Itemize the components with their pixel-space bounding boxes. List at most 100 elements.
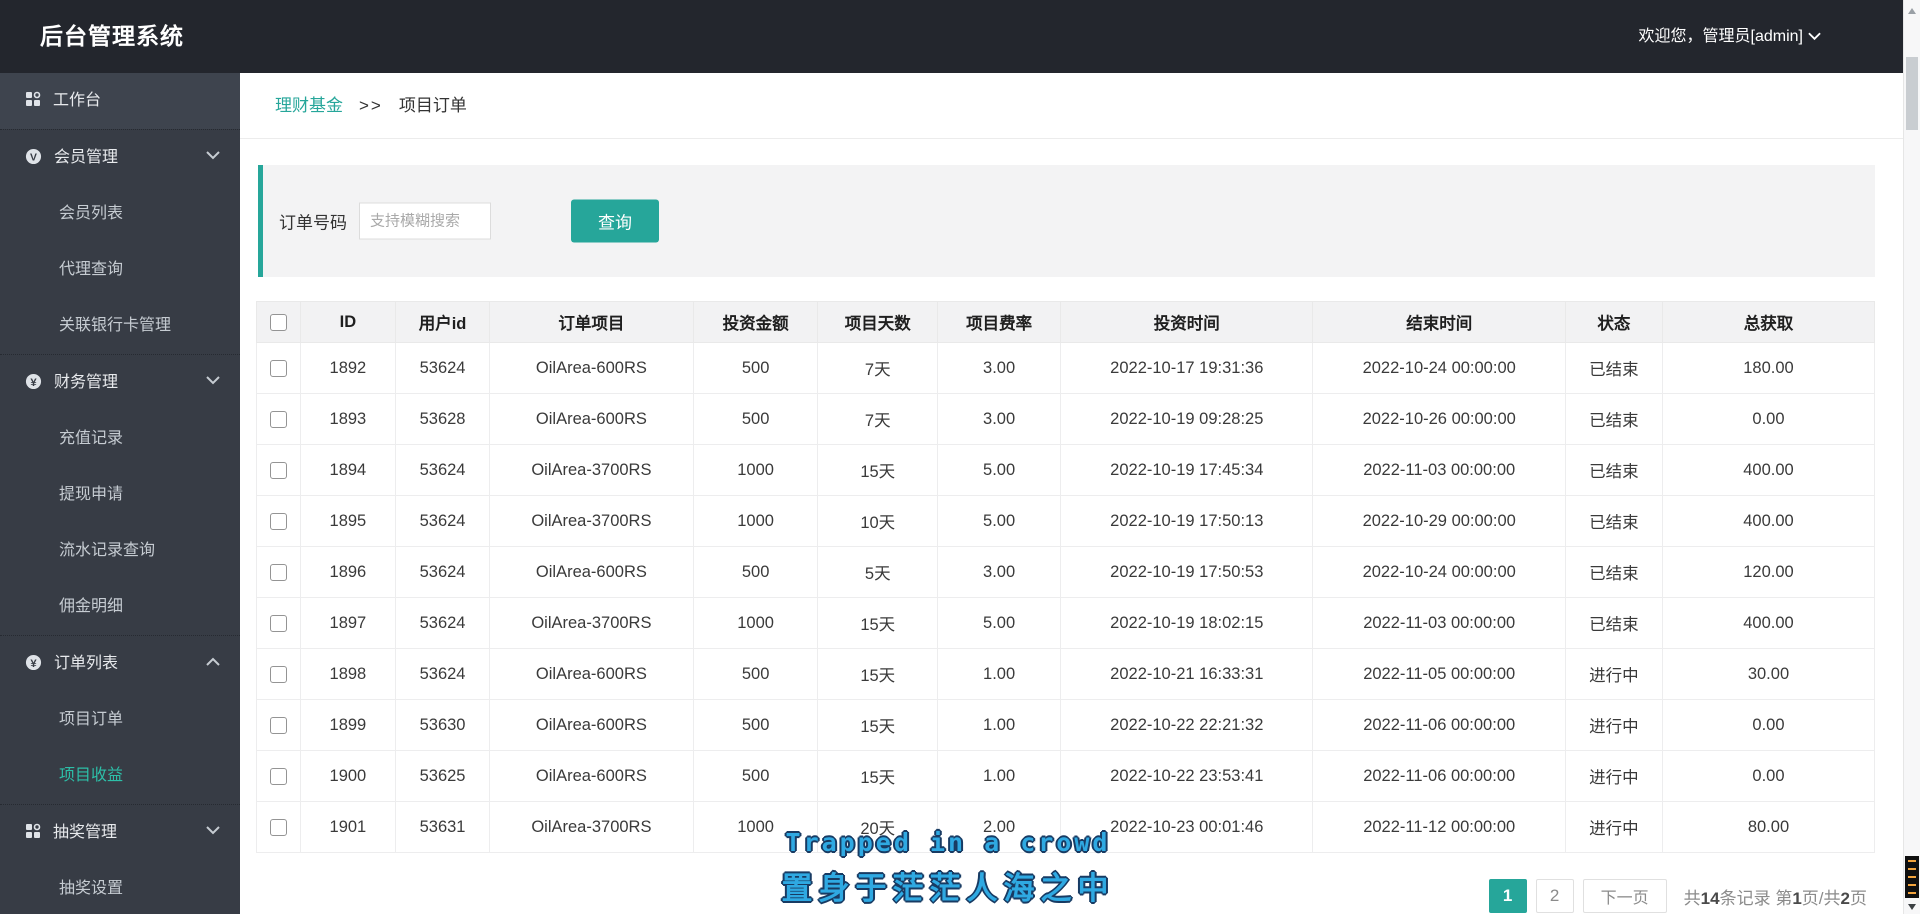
sidebar-item-label: 会员列表 bbox=[59, 205, 123, 222]
sidebar-item-label: 佣金明细 bbox=[59, 598, 123, 615]
breadcrumb: 理财基金>>项目订单 bbox=[240, 73, 1903, 139]
user-menu[interactable]: 欢迎您，管理员[admin] bbox=[1639, 0, 1821, 73]
sidebar-item[interactable]: 流水记录查询 bbox=[0, 523, 240, 579]
records-info-part: 共 bbox=[1684, 889, 1701, 908]
chevron-down-icon bbox=[206, 826, 220, 835]
column-header: ID bbox=[300, 302, 395, 343]
cell-rate: 1.00 bbox=[938, 751, 1061, 802]
cell-amount: 1000 bbox=[693, 598, 818, 649]
table-row: 190153631OilArea-3700RS100020天2.002022-1… bbox=[257, 802, 1875, 853]
sidebar-item[interactable]: 关联银行卡管理 bbox=[0, 298, 240, 354]
row-checkbox[interactable] bbox=[270, 717, 287, 734]
sidebar-item-label: 工作台 bbox=[53, 92, 101, 109]
cell-id: 1900 bbox=[300, 751, 395, 802]
sidebar-item[interactable]: ¥财务管理 bbox=[0, 355, 240, 411]
cell-id: 1892 bbox=[300, 343, 395, 394]
cell-invest_time: 2022-10-19 18:02:15 bbox=[1061, 598, 1313, 649]
welcome-text: 欢迎您，管理员[admin] bbox=[1639, 28, 1803, 45]
scrollbar[interactable] bbox=[1903, 0, 1920, 914]
sidebar-item[interactable]: ¥订单列表 bbox=[0, 636, 240, 692]
cell-user_id: 53631 bbox=[396, 802, 490, 853]
table-row: 189953630OilArea-600RS50015天1.002022-10-… bbox=[257, 700, 1875, 751]
cell-item: OilArea-3700RS bbox=[489, 445, 693, 496]
cell-end_time: 2022-10-29 00:00:00 bbox=[1313, 496, 1565, 547]
cell-item: OilArea-3700RS bbox=[489, 802, 693, 853]
scrollbar-up-icon[interactable] bbox=[1908, 8, 1916, 14]
scrollbar-thumb[interactable] bbox=[1906, 57, 1918, 130]
table-body: 189253624OilArea-600RS5007天3.002022-10-1… bbox=[257, 343, 1875, 853]
orders-table-wrap: ID用户id订单项目投资金额项目天数项目费率投资时间结束时间状态总获取 1892… bbox=[256, 301, 1875, 853]
table-row: 189353628OilArea-600RS5007天3.002022-10-1… bbox=[257, 394, 1875, 445]
sidebar-item[interactable]: 代理查询 bbox=[0, 242, 240, 298]
sidebar-item[interactable]: 项目收益 bbox=[0, 748, 240, 804]
sidebar-item[interactable]: 抽奖管理 bbox=[0, 805, 240, 861]
sidebar-item-label: 项目订单 bbox=[59, 711, 123, 728]
table-row: 189253624OilArea-600RS5007天3.002022-10-1… bbox=[257, 343, 1875, 394]
cell-item: OilArea-600RS bbox=[489, 649, 693, 700]
page-button[interactable]: 2 bbox=[1536, 879, 1574, 913]
cell-id: 1893 bbox=[300, 394, 395, 445]
cell-id: 1901 bbox=[300, 802, 395, 853]
row-checkbox[interactable] bbox=[270, 513, 287, 530]
cell-days: 15天 bbox=[818, 598, 938, 649]
row-checkbox-cell bbox=[257, 394, 301, 445]
svg-text:V: V bbox=[30, 152, 37, 163]
column-header: 项目天数 bbox=[818, 302, 938, 343]
column-header: 项目费率 bbox=[938, 302, 1061, 343]
cell-id: 1894 bbox=[300, 445, 395, 496]
cell-end_time: 2022-10-24 00:00:00 bbox=[1313, 343, 1565, 394]
sidebar-item[interactable]: 工作台 bbox=[0, 73, 240, 129]
table-row: 189753624OilArea-3700RS100015天5.002022-1… bbox=[257, 598, 1875, 649]
breadcrumb-section-link[interactable]: 理财基金 bbox=[275, 96, 343, 115]
grid-icon bbox=[25, 823, 41, 839]
breadcrumb-current: 项目订单 bbox=[399, 96, 467, 115]
column-header: 投资时间 bbox=[1061, 302, 1313, 343]
records-info-part: 14 bbox=[1701, 889, 1720, 908]
sidebar-item[interactable]: 提现申请 bbox=[0, 467, 240, 523]
row-checkbox[interactable] bbox=[270, 360, 287, 377]
cell-rate: 5.00 bbox=[938, 598, 1061, 649]
cell-total: 400.00 bbox=[1662, 496, 1874, 547]
cell-days: 15天 bbox=[818, 751, 938, 802]
svg-text:¥: ¥ bbox=[30, 658, 37, 670]
cell-item: OilArea-3700RS bbox=[489, 598, 693, 649]
cell-total: 120.00 bbox=[1662, 547, 1874, 598]
cell-item: OilArea-600RS bbox=[489, 394, 693, 445]
filter-panel: 订单号码 查询 bbox=[258, 165, 1875, 277]
cell-days: 20天 bbox=[818, 802, 938, 853]
row-checkbox-cell bbox=[257, 649, 301, 700]
sidebar-item-label: 提现申请 bbox=[59, 486, 123, 503]
search-button[interactable]: 查询 bbox=[571, 200, 659, 243]
cell-invest_time: 2022-10-19 17:50:53 bbox=[1061, 547, 1313, 598]
records-info-part: 1 bbox=[1792, 889, 1801, 908]
sidebar-item[interactable]: 充值记录 bbox=[0, 411, 240, 467]
row-checkbox[interactable] bbox=[270, 819, 287, 836]
row-checkbox[interactable] bbox=[270, 768, 287, 785]
row-checkbox[interactable] bbox=[270, 666, 287, 683]
sidebar-item[interactable]: V会员管理 bbox=[0, 130, 240, 186]
row-checkbox[interactable] bbox=[270, 564, 287, 581]
cell-amount: 500 bbox=[693, 649, 818, 700]
next-page-button[interactable]: 下一页 bbox=[1583, 879, 1667, 913]
page-button[interactable]: 1 bbox=[1489, 879, 1527, 913]
sidebar-item[interactable]: 项目订单 bbox=[0, 692, 240, 748]
row-checkbox-cell bbox=[257, 802, 301, 853]
sidebar-item[interactable]: 佣金明细 bbox=[0, 579, 240, 635]
select-all-checkbox[interactable] bbox=[270, 314, 287, 331]
cell-status: 进行中 bbox=[1565, 802, 1662, 853]
column-header: 状态 bbox=[1565, 302, 1662, 343]
sidebar-item[interactable]: 抽奖设置 bbox=[0, 861, 240, 914]
chevron-down-icon bbox=[1808, 0, 1821, 73]
row-checkbox[interactable] bbox=[270, 462, 287, 479]
sidebar-item[interactable]: 会员列表 bbox=[0, 186, 240, 242]
v-circle-icon: V bbox=[25, 148, 42, 165]
cell-id: 1896 bbox=[300, 547, 395, 598]
row-checkbox[interactable] bbox=[270, 411, 287, 428]
sidebar-item-label: 财务管理 bbox=[54, 374, 118, 391]
orders-table: ID用户id订单项目投资金额项目天数项目费率投资时间结束时间状态总获取 1892… bbox=[256, 301, 1875, 853]
row-checkbox[interactable] bbox=[270, 615, 287, 632]
order-number-input[interactable] bbox=[359, 203, 491, 240]
cell-status: 已结束 bbox=[1565, 547, 1662, 598]
scrollbar-down-icon[interactable] bbox=[1908, 904, 1916, 910]
cell-amount: 500 bbox=[693, 343, 818, 394]
